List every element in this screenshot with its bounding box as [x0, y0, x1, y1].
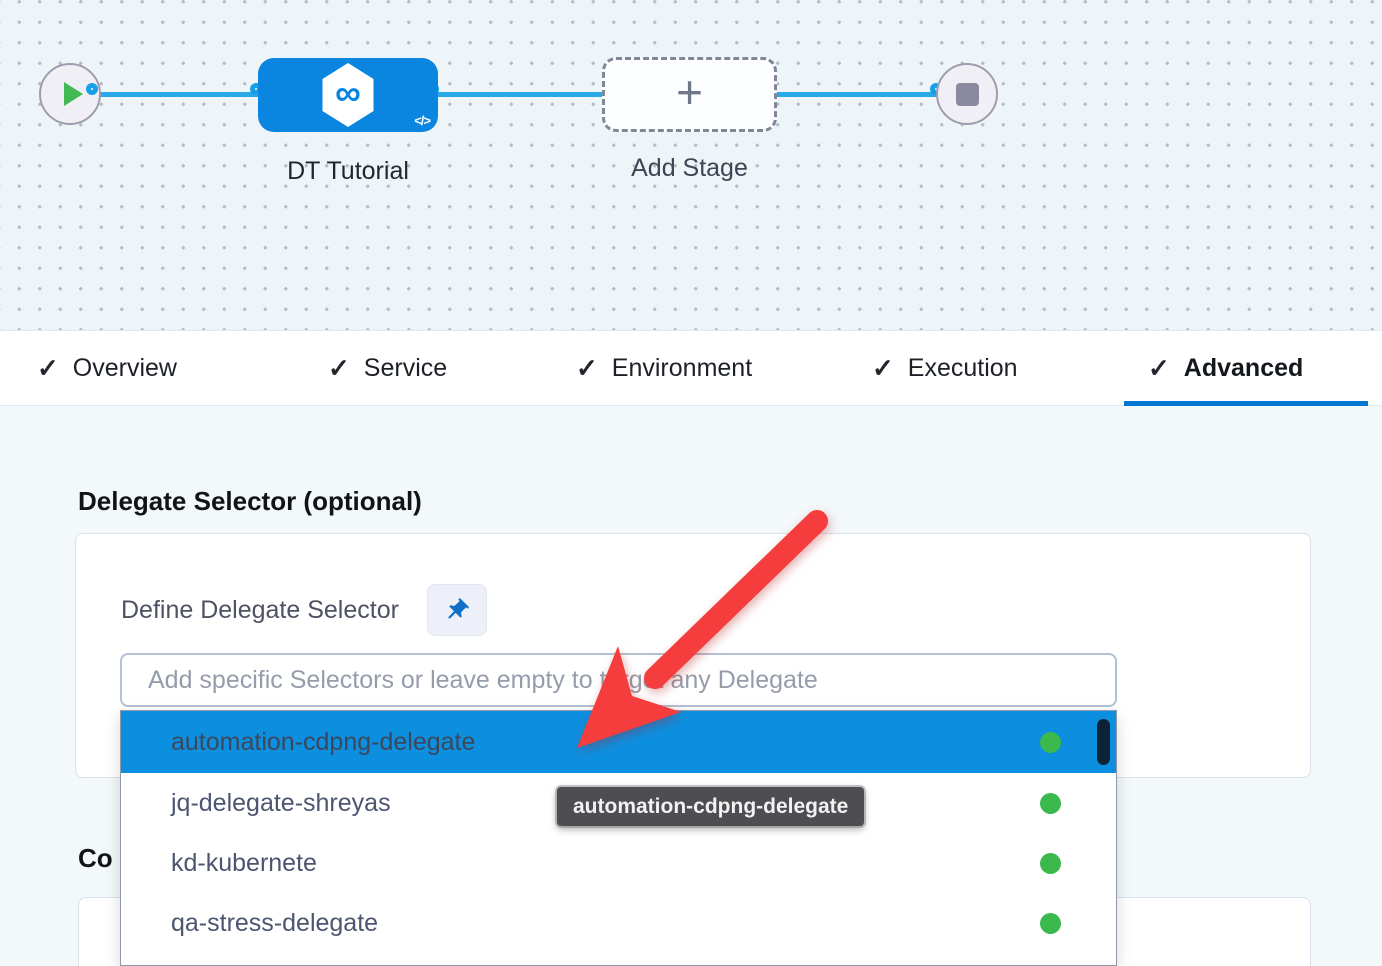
tab-environment[interactable]: ✓ Environment [576, 331, 752, 406]
harness-cd-icon: ∞ [319, 63, 377, 127]
stage-tabbar: ✓ Overview ✓ Service ✓ Environment ✓ Exe… [0, 331, 1382, 406]
stop-icon [956, 83, 979, 106]
check-icon: ✓ [576, 353, 598, 384]
pin-button[interactable] [427, 584, 487, 636]
tab-execution[interactable]: ✓ Execution [872, 331, 1018, 406]
pipeline-end-node[interactable] [936, 63, 998, 125]
advanced-tab-panel: Delegate Selector (optional) Define Dele… [0, 406, 1382, 966]
delegate-selector-input[interactable] [120, 653, 1117, 707]
delegate-tooltip: automation-cdpng-delegate [557, 787, 864, 826]
define-delegate-selector-label: Define Delegate Selector [121, 596, 399, 625]
tab-service[interactable]: ✓ Service [328, 331, 447, 406]
play-icon [64, 82, 83, 106]
pipeline-canvas[interactable]: ∞ </> DT Tutorial + Add Stage [0, 0, 1382, 331]
connector-line [438, 92, 603, 97]
dropdown-option[interactable]: automation-cdpng-delegate [121, 711, 1116, 773]
tab-advanced[interactable]: ✓ Advanced [1148, 331, 1303, 406]
add-stage-label: Add Stage [592, 154, 787, 183]
check-icon: ✓ [328, 353, 350, 384]
next-section-title-truncated: Co [78, 843, 113, 874]
delegate-status-dot [1040, 913, 1061, 934]
stage-node-label: DT Tutorial [248, 157, 448, 186]
delegate-status-dot [1040, 793, 1061, 814]
connector-line [97, 92, 261, 97]
delegate-status-dot [1040, 853, 1061, 874]
delegate-status-dot [1040, 732, 1061, 753]
plus-icon: + [676, 69, 703, 115]
delegate-selector-section-title: Delegate Selector (optional) [78, 486, 422, 517]
tab-overview[interactable]: ✓ Overview [37, 331, 177, 406]
add-stage-button[interactable]: + [602, 57, 777, 132]
dropdown-option[interactable]: kd-kubernete [121, 833, 1116, 893]
delegate-dropdown: automation-cdpng-delegate jq-delegate-sh… [120, 710, 1117, 966]
dropdown-option[interactable]: qa-stress-delegate [121, 893, 1116, 953]
connector-line [777, 92, 942, 97]
dropdown-scrollbar-thumb[interactable] [1097, 719, 1110, 765]
check-icon: ✓ [872, 353, 894, 384]
code-icon[interactable]: </> [414, 113, 430, 128]
pushpin-icon [438, 591, 476, 629]
node-port [86, 83, 98, 95]
check-icon: ✓ [1148, 353, 1170, 384]
check-icon: ✓ [37, 353, 59, 384]
stage-node-dt-tutorial[interactable]: ∞ </> [258, 58, 438, 132]
